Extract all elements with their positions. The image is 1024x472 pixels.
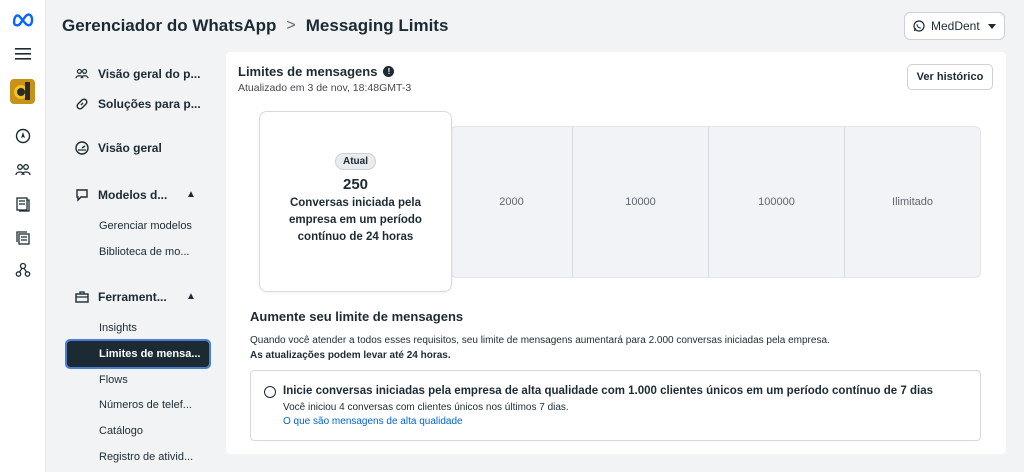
tier-2000: 2000 [499,196,524,208]
requirement-item: Inicie conversas iniciadas pela empresa … [250,370,981,441]
sidebar-item-label: Soluções para p... [98,97,201,111]
current-limit-value: 250 [342,176,369,193]
increase-note: As atualizações podem levar até 24 horas… [250,350,451,361]
sidebar-subitem-template-library[interactable]: Biblioteca de mo... [99,246,190,258]
sidebar-item-tools[interactable]: Ferrament... ▲ [74,289,196,305]
card-title: Limites de mensagens ! [238,64,395,79]
breadcrumb: Gerenciador do WhatsApp > Messaging Limi… [62,16,448,36]
increase-limit-description: Quando você atender a todos esses requis… [250,333,950,363]
view-history-button[interactable]: Ver histórico [907,64,993,90]
sidebar-subitem-insights[interactable]: Insights [99,322,137,334]
account-selector[interactable]: MedDent [904,12,1005,40]
breadcrumb-separator: > [286,17,296,34]
requirement-title: Inicie conversas iniciadas pela empresa … [283,385,933,397]
tier-10000: 10000 [572,127,708,277]
gauge-icon [74,140,90,156]
sidebar-item-solutions[interactable]: Soluções para p... [74,96,201,112]
sidebar-subitem-messaging-limits[interactable]: Limites de mensa... [65,339,211,369]
catalog-icon[interactable] [11,192,35,216]
chevron-up-icon: ▲ [186,291,196,302]
sidebar-item-templates[interactable]: Modelos d... ▲ [74,187,196,203]
business-avatar[interactable] [10,79,35,104]
sidebar-item-label: Ferrament... [98,290,167,304]
pages-icon[interactable] [11,226,35,250]
sidebar-subitem-activity-log[interactable]: Registro de ativid... [99,451,193,463]
requirement-status: Você iniciou 4 conversas com clientes ún… [283,402,569,413]
compass-icon[interactable] [11,124,35,148]
breadcrumb-app[interactable]: Gerenciador do WhatsApp [62,16,276,36]
status-badge: Atual [335,153,376,170]
current-tier-card: Atual 250 Conversas iniciada pela empres… [259,111,452,292]
people-icon[interactable] [11,158,35,182]
sidebar-subitem-catalog[interactable]: Catálogo [99,425,143,437]
left-rail [0,0,46,472]
meta-logo-icon[interactable] [11,7,35,31]
sidebar: Visão geral do p... Soluções para p... V… [46,52,226,472]
tier-100000: 100000 [708,127,844,277]
sidebar-item-label: Modelos d... [98,188,168,202]
sidebar-item-overview-business[interactable]: Visão geral do p... [74,66,200,82]
account-name: MedDent [931,19,980,33]
current-limit-description: Conversas iniciada pela empresa em um pe… [289,197,422,243]
sidebar-item-label: Visão geral [98,141,162,155]
tier-unlimited: Ilimitado [844,127,980,277]
increase-description-text: Quando você atender a todos esses requis… [250,335,830,346]
high-quality-messages-link[interactable]: O que são mensagens de alta qualidade [283,416,463,427]
chat-icon [74,187,90,203]
tier-track: 2000 10000 100000 Ilimitado [450,126,981,278]
sidebar-subitem-flows[interactable]: Flows [99,374,128,386]
messaging-limits-card: Limites de mensagens ! Atualizado em 3 d… [226,52,1006,454]
increase-limit-heading: Aumente seu limite de mensagens [250,309,464,324]
sidebar-item-overview[interactable]: Visão geral [74,140,162,156]
info-icon[interactable]: ! [383,66,395,77]
menu-icon[interactable] [11,42,35,66]
requirement-radio[interactable] [264,386,276,398]
people-icon [74,66,90,82]
link-icon [74,96,90,112]
page-title: Messaging Limits [305,16,449,35]
chevron-up-icon: ▲ [186,189,196,200]
toolbox-icon [74,289,90,305]
whatsapp-icon [913,20,925,32]
sidebar-item-label: Visão geral do p... [98,67,201,81]
chevron-down-icon [988,23,996,29]
sidebar-subitem-manage-templates[interactable]: Gerenciar modelos [99,220,192,232]
updated-timestamp: Atualizado em 3 de nov, 18:48GMT-3 [238,82,412,94]
card-title-text: Limites de mensagens [238,64,378,79]
sidebar-subitem-phone-numbers[interactable]: Números de telef... [99,399,192,411]
network-icon[interactable] [11,258,35,282]
